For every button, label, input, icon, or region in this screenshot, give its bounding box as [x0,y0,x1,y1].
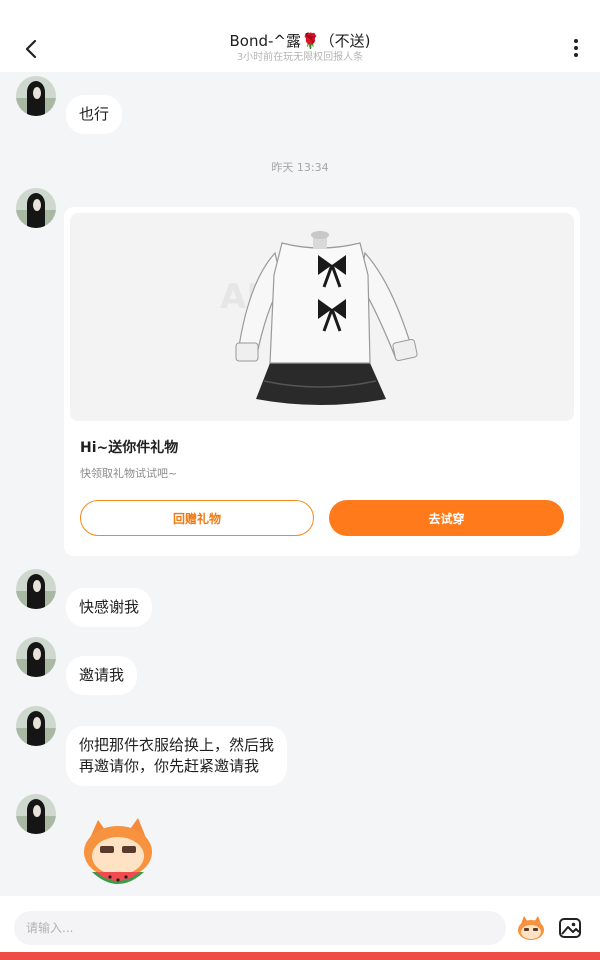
image-icon [559,918,581,938]
message-bubble[interactable]: 邀请我 [66,656,138,695]
avatar[interactable] [16,569,56,609]
message-bubble[interactable]: 你把那件衣服给换上，然后我 再邀请你，你先赶紧邀请我 [66,726,288,786]
avatar-image [16,569,56,609]
message-line: 你把那件衣服给换上，然后我 [79,736,275,754]
avatar[interactable] [16,706,56,746]
avatar[interactable] [16,637,56,677]
bottom-accent-strip [0,952,600,960]
cat-watermelon-sticker-icon [84,818,152,884]
chevron-left-icon [25,39,37,59]
gift-title: Hi~送你件礼物 [80,440,179,456]
avatar-image [16,794,56,834]
chat-header: Bond-^露🌹（不送) 3小时前在玩无限权回报人条 [0,0,600,72]
message-line: 再邀请你，你先赶紧邀请我 [79,757,260,775]
avatar[interactable] [16,76,56,116]
message-timestamp: 昨天 13:34 [271,161,329,174]
emoji-button[interactable] [516,914,546,942]
chat-title-block: Bond-^露🌹（不送) 3小时前在玩无限权回报人条 [100,31,500,64]
sticker-message[interactable] [72,816,164,892]
cat-emoji-icon [518,916,544,940]
back-button[interactable] [16,34,46,64]
message-input[interactable] [14,911,506,945]
return-gift-button[interactable]: 回赠礼物 [80,500,314,536]
more-options-button[interactable] [564,34,588,62]
avatar-image [16,188,56,228]
avatar-image [16,706,56,746]
message-input-bar [0,896,600,952]
gift-outfit-image[interactable]: AI ▪ ▪ ▪ [70,213,574,421]
chat-subtitle: 3小时前在玩无限权回报人条 [236,52,364,63]
avatar[interactable] [16,188,56,228]
message-bubble[interactable]: 也行 [66,95,123,134]
avatar-image [16,637,56,677]
outfit-illustration: AI ▪ ▪ ▪ [220,231,418,405]
gift-card[interactable]: AI ▪ ▪ ▪ Hi~送 [64,207,580,556]
message-bubble[interactable]: 快感谢我 [66,588,153,627]
avatar-image [16,76,56,116]
message-list[interactable]: 也行 昨天 13:34 AI ▪ ▪ ▪ [0,72,600,896]
image-picker-button[interactable] [558,916,582,940]
chat-title: Bond-^露🌹（不送) [229,32,371,50]
try-on-button[interactable]: 去试穿 [329,500,564,536]
gift-subtitle: 快领取礼物试试吧~ [80,467,178,480]
avatar[interactable] [16,794,56,834]
more-dot-icon [574,46,578,50]
more-dot-icon [574,39,578,43]
more-dot-icon [574,53,578,57]
